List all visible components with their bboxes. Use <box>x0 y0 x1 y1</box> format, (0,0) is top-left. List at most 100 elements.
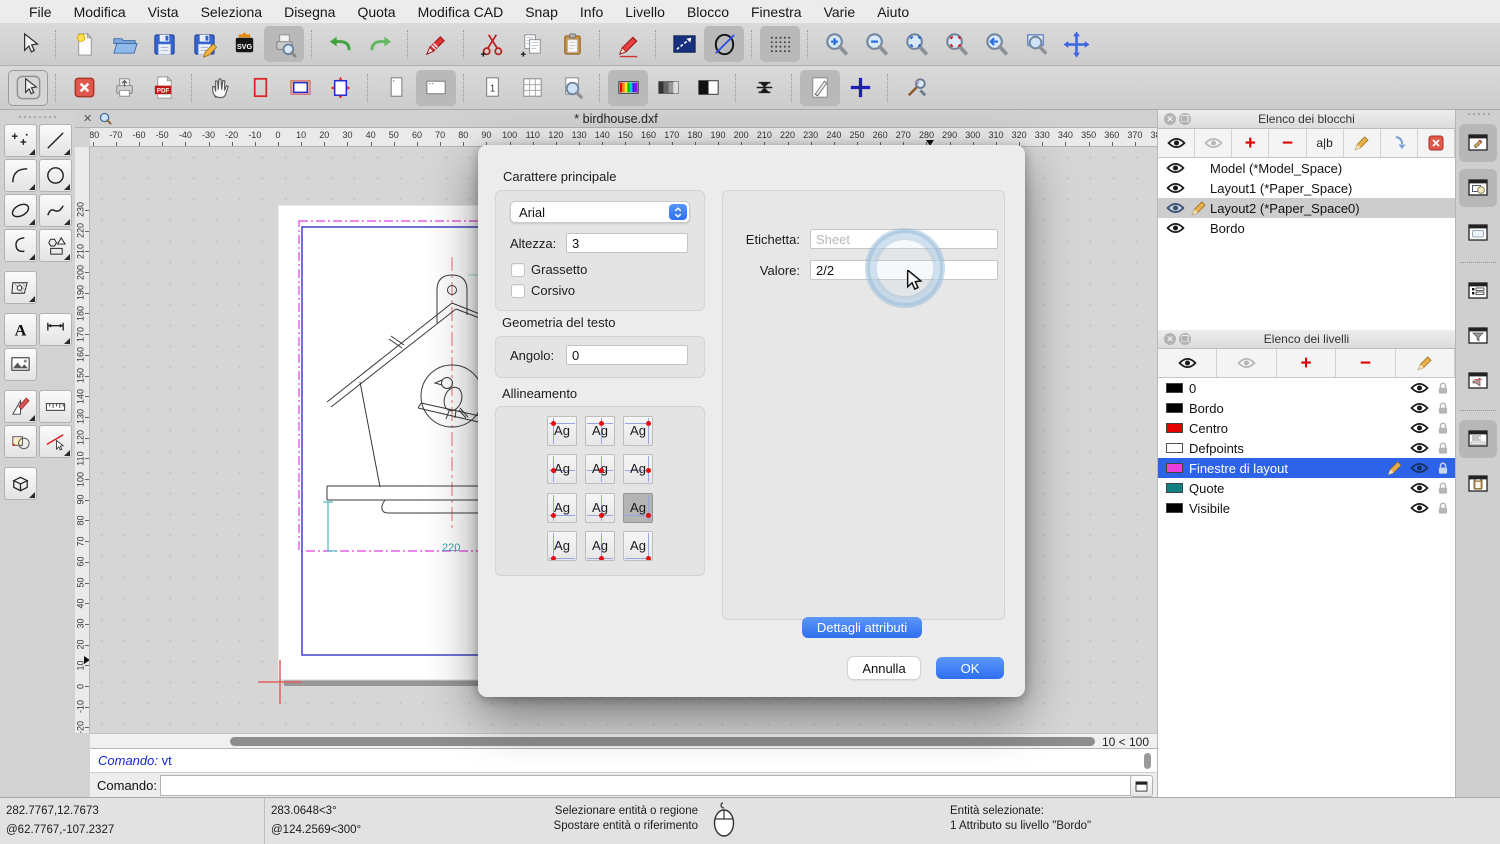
alignment-baseline-center[interactable]: Ag <box>585 493 615 523</box>
tool-text-button[interactable]: A <box>4 313 37 346</box>
cut-button[interactable] <box>472 26 512 62</box>
dock-property-editor-button[interactable] <box>1459 124 1497 162</box>
zoom-selection-button[interactable] <box>936 26 976 62</box>
viewport-create-button[interactable] <box>240 70 280 106</box>
redo-button[interactable] <box>360 26 400 62</box>
menu-finestra[interactable]: Finestra <box>740 4 813 20</box>
layer-visibility-eye-icon[interactable] <box>1410 462 1429 474</box>
crosshair-button[interactable] <box>840 70 880 106</box>
menu-file[interactable]: File <box>18 4 63 20</box>
dock-viewport-button[interactable] <box>1459 214 1497 252</box>
bw-box-button[interactable] <box>688 70 728 106</box>
hide-all-blocks-eye-button[interactable] <box>1195 129 1232 157</box>
layer-lock-icon[interactable] <box>1437 381 1449 395</box>
add-layer-button[interactable]: + <box>1277 349 1336 377</box>
block-row[interactable]: Model (*Model_Space) <box>1158 158 1455 178</box>
show-all-blocks-eye-button[interactable] <box>1158 129 1195 157</box>
gradient-box-button[interactable] <box>648 70 688 106</box>
menu-info[interactable]: Info <box>569 4 614 20</box>
layer-row[interactable]: Finestre di layout <box>1158 458 1455 478</box>
history-scrollbar-thumb[interactable] <box>1144 753 1151 769</box>
grid-toggle-button[interactable] <box>760 26 800 62</box>
layer-lock-icon[interactable] <box>1437 421 1449 435</box>
italic-checkbox[interactable] <box>511 284 525 298</box>
block-row[interactable]: Layout1 (*Paper_Space) <box>1158 178 1455 198</box>
layer-lock-icon[interactable] <box>1437 441 1449 455</box>
tool-trim-button[interactable] <box>39 425 72 458</box>
alignment-middle-right[interactable]: Ag <box>623 454 653 484</box>
layer-row[interactable]: Visibile <box>1158 498 1455 518</box>
draft-circle-button[interactable] <box>704 26 744 62</box>
layer-visibility-eye-icon[interactable] <box>1410 402 1429 414</box>
file-new-button[interactable] <box>64 26 104 62</box>
block-visibility-eye-icon[interactable] <box>1166 222 1185 234</box>
tool-measure-button[interactable] <box>39 390 72 423</box>
alignment-bottom-center[interactable]: Ag <box>585 531 615 561</box>
layer-visibility-eye-icon[interactable] <box>1410 422 1429 434</box>
alignment-baseline-right[interactable]: Ag <box>623 493 653 523</box>
zoom-in-button[interactable] <box>816 26 856 62</box>
pan-button[interactable] <box>1056 26 1096 62</box>
svg-export-button[interactable]: SVG <box>224 26 264 62</box>
hide-all-layers-eye-button[interactable] <box>1217 349 1276 377</box>
layer-row[interactable]: Centro <box>1158 418 1455 438</box>
tool-solid-button[interactable] <box>4 467 37 500</box>
menu-aiuto[interactable]: Aiuto <box>866 4 920 20</box>
dock-drag-handle[interactable] <box>1456 113 1500 115</box>
alignment-middle-left[interactable]: Ag <box>547 454 577 484</box>
attribute-details-button[interactable]: Dettagli attributi <box>802 617 922 638</box>
layer-visibility-eye-icon[interactable] <box>1410 502 1429 514</box>
zoom-auto-button[interactable] <box>896 26 936 62</box>
preferences-button[interactable] <box>896 70 936 106</box>
viewport-move-button[interactable] <box>320 70 360 106</box>
draft-mode-button[interactable] <box>800 70 840 106</box>
layer-row[interactable]: Defpoints <box>1158 438 1455 458</box>
show-all-layers-eye-button[interactable] <box>1158 349 1217 377</box>
tool-arc-button[interactable] <box>4 159 37 192</box>
pointer-box-button[interactable] <box>8 70 48 106</box>
undo-button[interactable] <box>320 26 360 62</box>
tool-spline-button[interactable] <box>39 194 72 227</box>
alignment-baseline-left[interactable]: Ag <box>547 493 577 523</box>
ok-button[interactable]: OK <box>936 657 1004 679</box>
alignment-bottom-left[interactable]: Ag <box>547 531 577 561</box>
layer-lock-icon[interactable] <box>1437 501 1449 515</box>
tool-line-button[interactable] <box>39 124 72 157</box>
menu-seleziona[interactable]: Seleziona <box>190 4 274 20</box>
tool-circle-button[interactable] <box>39 159 72 192</box>
dock-library-button[interactable] <box>1459 362 1497 400</box>
zoom-page-button[interactable] <box>552 70 592 106</box>
menu-varie[interactable]: Varie <box>813 4 867 20</box>
pages-grid-button[interactable] <box>512 70 552 106</box>
dock-selection-filter-button[interactable] <box>1459 317 1497 355</box>
zoom-previous-button[interactable] <box>976 26 1016 62</box>
tool-image-button[interactable] <box>4 348 37 381</box>
layer-lock-icon[interactable] <box>1437 481 1449 495</box>
tool-ellipse-button[interactable] <box>4 194 37 227</box>
line-props-button[interactable] <box>664 26 704 62</box>
edit-pencil-button[interactable] <box>608 26 648 62</box>
block-visibility-eye-icon[interactable] <box>1166 182 1185 194</box>
print-button[interactable] <box>104 70 144 106</box>
alignment-top-right[interactable]: Ag <box>623 416 653 446</box>
save-as-button[interactable] <box>184 26 224 62</box>
tool-hatch-button[interactable] <box>4 271 37 304</box>
block-row[interactable]: Layout2 (*Paper_Space0) <box>1158 198 1455 218</box>
purge-block-button[interactable] <box>1418 129 1455 157</box>
block-visibility-eye-icon[interactable] <box>1166 162 1185 174</box>
cancel-button[interactable]: Annulla <box>848 657 920 679</box>
menu-disegna[interactable]: Disegna <box>273 4 346 20</box>
panel-detach-icon[interactable]: ❐ <box>1179 113 1191 125</box>
rename-block-button[interactable]: a|b <box>1307 129 1344 157</box>
zoom-window-button[interactable] <box>1016 26 1056 62</box>
tool-shapes-button[interactable] <box>39 229 72 262</box>
alignment-middle-center[interactable]: Ag <box>585 454 615 484</box>
viewport-fill-button[interactable] <box>280 70 320 106</box>
print-preview-button[interactable] <box>264 26 304 62</box>
alignment-bottom-right[interactable]: Ag <box>623 531 653 561</box>
tool-draft-button[interactable] <box>4 390 37 423</box>
command-input[interactable] <box>160 775 1132 796</box>
tool-points-button[interactable] <box>4 124 37 157</box>
paste-button[interactable] <box>552 26 592 62</box>
remove-layer-button[interactable]: − <box>1336 349 1395 377</box>
